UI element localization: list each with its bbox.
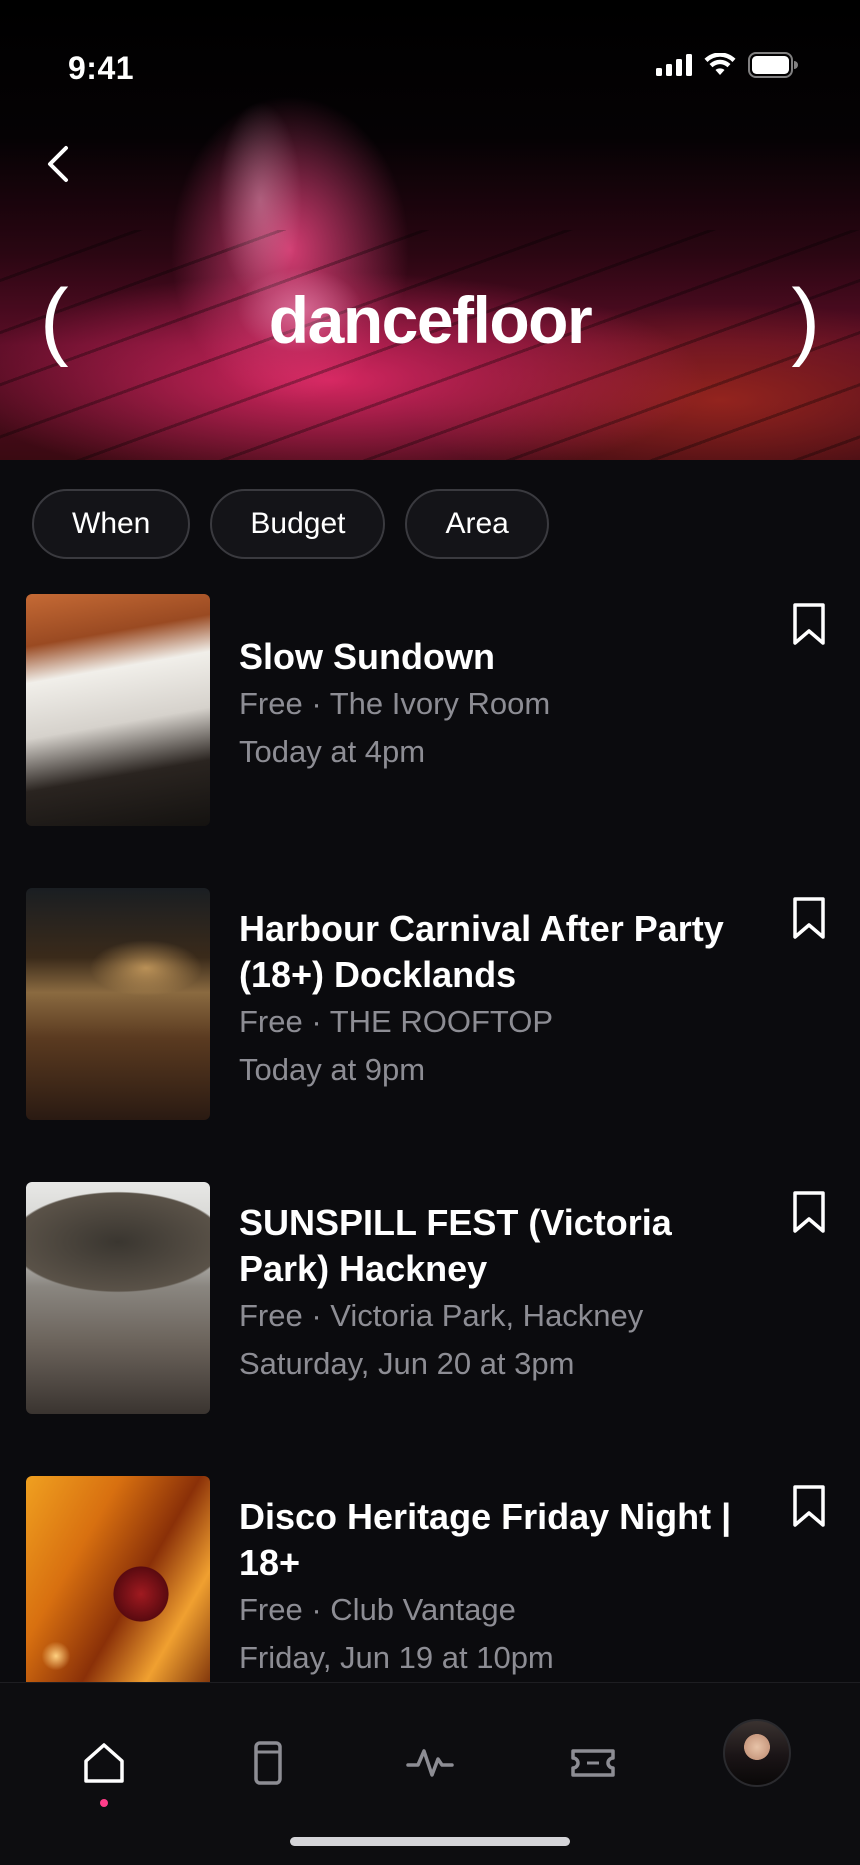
filter-when-chip[interactable]: When — [32, 489, 191, 559]
event-title: SUNSPILL FEST (Victoria Park) Hackney — [239, 1202, 672, 1289]
filter-budget-chip[interactable]: Budget — [210, 489, 386, 559]
wifi-icon — [704, 53, 736, 75]
event-card[interactable]: SUNSPILL FEST (Victoria Park) Hackney Fr… — [0, 1182, 860, 1414]
event-datetime: Today at 4pm — [239, 734, 426, 769]
status-bar: 9:41 — [0, 0, 860, 120]
event-card[interactable]: Harbour Carnival After Party (18+) Dockl… — [0, 888, 860, 1120]
event-price-venue: Free · The Ivory Room — [239, 686, 551, 721]
phone-icon — [254, 1741, 282, 1785]
profile-avatar[interactable] — [723, 1719, 791, 1787]
tab-tickets[interactable] — [563, 1733, 623, 1793]
event-card[interactable]: Slow Sundown Free · The Ivory Room Today… — [0, 594, 860, 826]
hero-paren-close: ) — [791, 272, 820, 368]
event-title: Harbour Carnival After Party (18+) Dockl… — [239, 908, 724, 995]
bookmark-icon[interactable] — [790, 1484, 828, 1528]
event-price-venue: Free · Club Vantage — [239, 1592, 516, 1627]
signal-icon — [656, 54, 692, 76]
tab-home[interactable] — [74, 1733, 134, 1793]
event-title: Slow Sundown — [239, 636, 495, 677]
event-title: Disco Heritage Friday Night | 18+ — [239, 1496, 732, 1583]
event-info: Disco Heritage Friday Night | 18+ Free ·… — [239, 1494, 739, 1682]
event-thumbnail — [26, 1476, 210, 1708]
event-datetime: Saturday, Jun 20 at 3pm — [239, 1346, 575, 1381]
bookmark-icon[interactable] — [790, 896, 828, 940]
bookmark-icon[interactable] — [790, 1190, 828, 1234]
tab-phone[interactable] — [238, 1733, 298, 1793]
hero-title-wrap: ( dancefloor ) — [0, 270, 860, 370]
event-thumbnail — [26, 594, 210, 826]
home-icon — [84, 1743, 124, 1783]
chevron-left-icon — [48, 146, 68, 182]
filter-area-chip[interactable]: Area — [405, 489, 549, 559]
tab-activity[interactable] — [400, 1733, 460, 1793]
event-datetime: Today at 9pm — [239, 1052, 426, 1087]
status-time: 9:41 — [68, 50, 135, 86]
event-datetime: Friday, Jun 19 at 10pm — [239, 1640, 554, 1675]
ticket-icon — [571, 1749, 615, 1777]
home-indicator — [290, 1837, 570, 1846]
event-thumbnail — [26, 888, 210, 1120]
event-thumbnail — [26, 1182, 210, 1414]
event-card[interactable]: Disco Heritage Friday Night | 18+ Free ·… — [0, 1476, 860, 1708]
event-info: Harbour Carnival After Party (18+) Dockl… — [239, 906, 739, 1094]
filter-bar: When Budget Area — [32, 489, 549, 559]
active-tab-indicator — [100, 1799, 108, 1807]
back-button[interactable] — [38, 142, 82, 186]
page-title: dancefloor — [268, 283, 593, 357]
event-price-venue: Free · THE ROOFTOP — [239, 1004, 554, 1039]
status-icons — [656, 52, 798, 78]
event-price-venue: Free · Victoria Park, Hackney — [239, 1298, 644, 1333]
activity-icon — [406, 1749, 454, 1777]
event-info: Slow Sundown Free · The Ivory Room Today… — [239, 634, 739, 776]
battery-icon — [748, 52, 798, 78]
bookmark-icon[interactable] — [790, 602, 828, 646]
event-info: SUNSPILL FEST (Victoria Park) Hackney Fr… — [239, 1200, 739, 1388]
